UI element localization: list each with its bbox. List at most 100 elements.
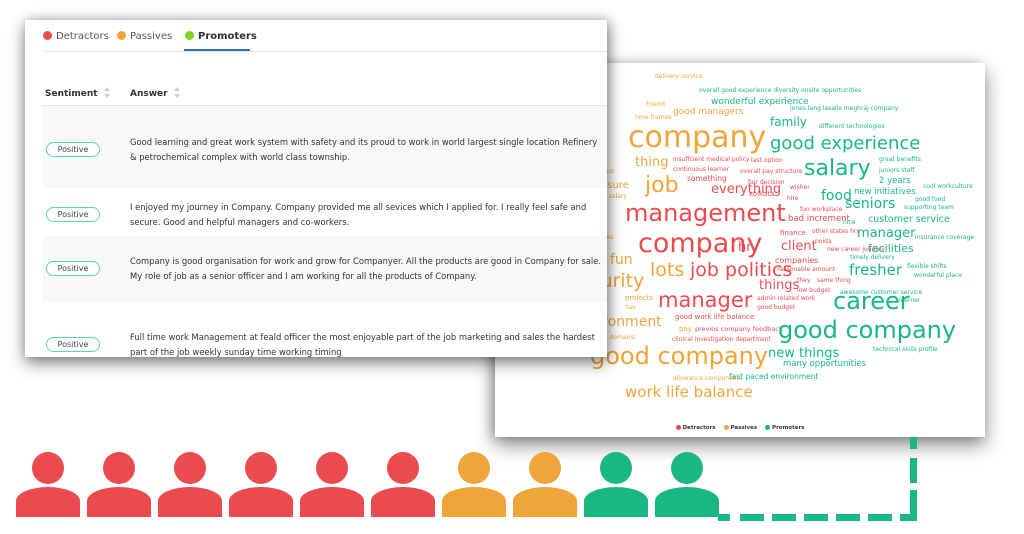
answer-text: Good learning and great work system with… bbox=[130, 137, 598, 162]
person-head bbox=[387, 452, 419, 484]
word-cloud-term[interactable]: thing bbox=[635, 156, 668, 169]
word-cloud-term[interactable]: delivery service bbox=[655, 74, 703, 80]
person-body bbox=[442, 487, 506, 517]
orange-dot-icon bbox=[117, 31, 126, 40]
sort-icon[interactable] bbox=[103, 87, 110, 99]
word-cloud-term[interactable]: good managers bbox=[673, 108, 743, 117]
word-cloud-term[interactable]: good work life balance bbox=[675, 314, 754, 321]
word-cloud-term[interactable]: job bbox=[645, 175, 679, 197]
word-cloud-term[interactable]: reasonable amount bbox=[777, 267, 835, 273]
word-cloud-term[interactable]: good budget bbox=[757, 305, 795, 311]
sentiment-badge: Positive bbox=[46, 261, 100, 276]
word-cloud-term[interactable]: other states hrs bbox=[812, 229, 860, 235]
word-cloud-term[interactable]: cool workculture bbox=[923, 184, 973, 190]
word-cloud-term[interactable]: salary bbox=[804, 158, 871, 180]
word-cloud-term[interactable]: fun bbox=[610, 253, 633, 267]
word-cloud-term[interactable]: great benefits bbox=[879, 157, 921, 163]
person-body bbox=[655, 487, 719, 517]
table-header: Sentiment Answer bbox=[43, 75, 607, 106]
dash-segment bbox=[868, 514, 892, 521]
tab-promoters[interactable]: Promoters bbox=[185, 31, 257, 42]
sentiment-badge: Positive bbox=[46, 337, 100, 352]
word-cloud-term[interactable]: 2 years bbox=[879, 177, 911, 186]
word-cloud-term[interactable]: fast paced environment bbox=[729, 373, 818, 381]
word-cloud-term[interactable]: friend bbox=[646, 101, 665, 108]
word-cloud-term[interactable]: manager bbox=[857, 227, 915, 240]
word-cloud-term[interactable]: jones lang lasalle meghraj company bbox=[790, 106, 898, 112]
word-cloud-term[interactable]: admin related work bbox=[757, 296, 815, 302]
word-cloud-term[interactable]: wonderful place bbox=[914, 273, 962, 279]
word-cloud-term[interactable]: technical skills profile bbox=[873, 347, 938, 353]
word-cloud-term[interactable]: family bbox=[770, 116, 807, 128]
word-cloud-term[interactable]: manager bbox=[658, 290, 752, 311]
word-cloud-legend: Detractors Passives Promoters bbox=[495, 425, 985, 431]
table-row: Positive Full time work Management at fe… bbox=[43, 302, 607, 357]
word-cloud-term[interactable]: work life balance bbox=[625, 385, 753, 400]
word-cloud-term[interactable]: different technologies bbox=[819, 124, 885, 130]
word-cloud-term[interactable]: wisher bbox=[790, 185, 810, 191]
responses-table-card: Detractors Passives Promoters Sentiment … bbox=[25, 20, 607, 357]
word-cloud-term[interactable]: noida bbox=[815, 239, 832, 245]
dash-segment bbox=[910, 490, 917, 520]
word-cloud-term[interactable]: pay bbox=[679, 326, 692, 333]
word-cloud-term[interactable]: insuffcient medical policy bbox=[673, 157, 749, 163]
word-cloud-term[interactable]: hr bbox=[738, 241, 752, 254]
word-cloud-term[interactable]: last option bbox=[751, 158, 783, 164]
word-cloud-term[interactable]: company bbox=[628, 123, 766, 153]
word-cloud-term[interactable]: projects bbox=[625, 295, 653, 302]
word-cloud-term[interactable]: things bbox=[759, 279, 799, 292]
word-cloud-term[interactable]: low budget bbox=[797, 288, 830, 294]
word-cloud-term[interactable]: customer service bbox=[868, 215, 950, 225]
detractor-person-icon bbox=[371, 450, 435, 518]
word-cloud-term[interactable]: overall pay structure bbox=[740, 169, 802, 175]
dash-segment bbox=[910, 437, 917, 449]
column-header-answer[interactable]: Answer bbox=[130, 87, 180, 99]
sentiment-badge: Positive bbox=[46, 142, 100, 157]
word-cloud-term[interactable]: overall good experience diversity onsite… bbox=[699, 88, 861, 94]
word-cloud-term[interactable]: fresher bbox=[849, 263, 902, 278]
tab-detractors[interactable]: Detractors bbox=[43, 31, 109, 42]
word-cloud-term[interactable]: supporting team bbox=[904, 205, 954, 211]
word-cloud-term[interactable]: facilities bbox=[868, 243, 914, 254]
person-body bbox=[229, 487, 293, 517]
word-cloud-term[interactable]: good food bbox=[915, 197, 945, 203]
dash-segment bbox=[910, 458, 917, 483]
word-cloud-term[interactable]: good experience bbox=[770, 135, 920, 153]
detractor-person-icon bbox=[229, 450, 293, 518]
dash-segment bbox=[718, 514, 730, 521]
word-cloud-term[interactable]: juniors staff bbox=[879, 168, 914, 174]
answer-text: Company is good organisation for work an… bbox=[130, 256, 602, 281]
tab-passives[interactable]: Passives bbox=[117, 31, 172, 42]
word-cloud-term[interactable]: management bbox=[625, 201, 786, 225]
word-cloud-term[interactable]: same thing bbox=[817, 278, 851, 284]
word-cloud-term[interactable]: learner bbox=[899, 298, 920, 304]
word-cloud-term[interactable]: seniors bbox=[845, 197, 895, 211]
word-cloud-term[interactable]: good company bbox=[590, 344, 768, 368]
word-cloud-term[interactable]: tax bbox=[626, 305, 636, 311]
person-body bbox=[584, 487, 648, 517]
word-cloud-term[interactable]: bad increment bbox=[788, 215, 850, 224]
word-cloud-term[interactable]: flexible shifts bbox=[907, 264, 947, 270]
legend-dot-icon bbox=[765, 425, 771, 430]
word-cloud-term[interactable]: hire bbox=[787, 196, 799, 202]
word-cloud-term[interactable]: finance bbox=[780, 230, 806, 237]
word-cloud-term[interactable]: good company bbox=[778, 318, 956, 342]
legend-item-passives[interactable]: Passives bbox=[723, 425, 757, 431]
word-cloud-term[interactable]: nice bbox=[843, 220, 855, 226]
legend-item-detractors[interactable]: Detractors bbox=[675, 425, 716, 431]
answer-text: Full time work Management at feald offic… bbox=[130, 332, 595, 357]
answer-text: I enjoyed my journey in Company. Company… bbox=[130, 202, 587, 227]
promoter-person-icon bbox=[655, 450, 719, 518]
column-header-sentiment[interactable]: Sentiment bbox=[45, 87, 110, 99]
word-cloud-term[interactable]: previos company feedback bbox=[695, 326, 783, 333]
word-cloud-term[interactable]: many opportunities bbox=[783, 360, 866, 369]
sort-icon[interactable] bbox=[173, 87, 180, 99]
word-cloud-term[interactable]: insurance coverage bbox=[915, 235, 974, 241]
person-head bbox=[458, 452, 490, 484]
word-cloud-term[interactable]: fun workplace bbox=[800, 207, 842, 213]
word-cloud-term[interactable]: lots bbox=[650, 261, 684, 280]
word-cloud-term[interactable]: client bbox=[781, 240, 817, 253]
word-cloud-term[interactable]: kolkata bbox=[749, 191, 774, 198]
word-cloud-term[interactable]: continuous learner bbox=[673, 167, 729, 173]
legend-item-promoters[interactable]: Promoters bbox=[765, 425, 804, 431]
